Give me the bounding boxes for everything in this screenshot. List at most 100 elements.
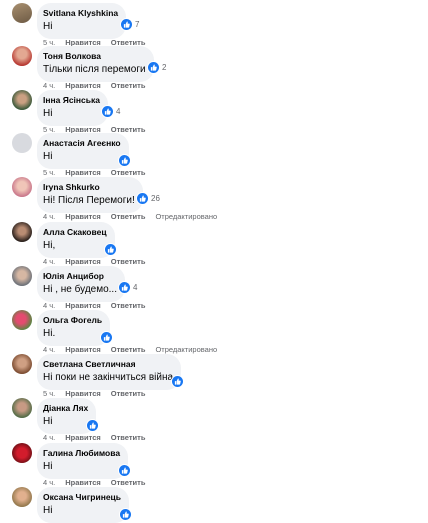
comment-timestamp[interactable]: 4 ч. xyxy=(43,433,55,442)
comment-timestamp[interactable]: 4 ч. xyxy=(43,478,55,487)
comment-timestamp[interactable]: 5 ч. xyxy=(43,168,55,177)
like-icon xyxy=(148,62,159,73)
comment-author[interactable]: Анастасія Агеєнко xyxy=(43,138,121,149)
comment-bubble: Анастасія Агеєнко Ні xyxy=(37,133,129,169)
reaction-summary[interactable] xyxy=(105,244,116,255)
comment-author[interactable]: Тоня Волкова xyxy=(43,51,146,62)
avatar[interactable] xyxy=(12,398,32,418)
like-icon xyxy=(172,376,183,387)
comment-meta: 4 ч. Нравится Ответить xyxy=(43,301,145,310)
reply-button[interactable]: Ответить xyxy=(111,389,146,398)
avatar[interactable] xyxy=(12,90,32,110)
like-icon xyxy=(137,193,148,204)
reaction-summary[interactable] xyxy=(120,509,131,520)
comment-timestamp[interactable]: 4 ч. xyxy=(43,212,55,221)
reply-button[interactable]: Ответить xyxy=(111,212,146,221)
like-icon xyxy=(119,155,130,166)
reaction-summary[interactable] xyxy=(119,465,130,476)
comment-text: Ні! Після Перемоги! xyxy=(43,195,135,206)
reaction-summary[interactable]: 4 xyxy=(102,106,120,117)
comment-bubble: Інна Ясінська Ні xyxy=(37,90,108,126)
comment-author[interactable]: Svitlana Klyshkina xyxy=(43,8,118,19)
comment-author[interactable]: Діанка Лях xyxy=(43,403,88,414)
avatar[interactable] xyxy=(12,443,32,463)
like-button[interactable]: Нравится xyxy=(65,168,101,177)
like-button[interactable]: Нравится xyxy=(65,257,101,266)
comment-author[interactable]: Галина Любимова xyxy=(43,448,120,459)
comment-text: Ні , не будемо... xyxy=(43,284,117,295)
comment-author[interactable]: Iryna Shkurko xyxy=(43,182,135,193)
reply-button[interactable]: Ответить xyxy=(111,478,146,487)
comment-text: Ні xyxy=(43,461,53,472)
reaction-summary[interactable] xyxy=(119,155,130,166)
like-icon xyxy=(119,282,130,293)
like-button[interactable]: Нравится xyxy=(65,389,101,398)
reaction-summary[interactable] xyxy=(87,420,98,431)
comment-timestamp[interactable]: 4 ч. xyxy=(43,257,55,266)
comment-author[interactable]: Інна Ясінська xyxy=(43,95,100,106)
comment-bubble: Юлія Анцибор Ні , не будемо... xyxy=(37,266,125,302)
comment-text: Ні xyxy=(43,108,53,119)
comment-bubble: Галина Любимова Ні xyxy=(37,443,129,479)
comment-author[interactable]: Алла Скаковец xyxy=(43,227,107,238)
comment-bubble: Алла Скаковец Ні, xyxy=(37,222,115,258)
reaction-summary[interactable]: 2 xyxy=(148,62,166,73)
comment-author[interactable]: Ольга Фогель xyxy=(43,315,102,326)
like-button[interactable]: Нравится xyxy=(65,301,101,310)
avatar[interactable] xyxy=(12,46,32,66)
reply-button[interactable]: Ответить xyxy=(111,168,146,177)
comment-timestamp[interactable]: 4 ч. xyxy=(43,345,55,354)
like-button[interactable]: Нравится xyxy=(65,345,101,354)
reaction-summary[interactable]: 26 xyxy=(137,193,160,204)
like-button[interactable]: Нравится xyxy=(65,433,101,442)
reply-button[interactable]: Ответить xyxy=(111,433,146,442)
comment-bubble: Тоня Волкова Тільки після перемоги xyxy=(37,46,154,82)
avatar[interactable] xyxy=(12,177,32,197)
comment-meta: 4 ч. Нравится Ответить Отредактировано xyxy=(43,345,217,354)
like-icon xyxy=(119,465,130,476)
comment-text: Ні xyxy=(43,505,53,516)
comment-text: Ні xyxy=(43,21,53,32)
comment-bubble: Iryna Shkurko Ні! Після Перемоги! xyxy=(37,177,143,213)
avatar[interactable] xyxy=(12,487,32,507)
comment-bubble: Ольга Фогель Ні. xyxy=(37,310,111,346)
like-icon xyxy=(87,420,98,431)
comment-text: Ні. xyxy=(43,328,56,339)
comment-author[interactable]: Оксана Чигринець xyxy=(43,492,121,503)
avatar[interactable] xyxy=(12,354,32,374)
comment-meta: 5 ч. Нравится Ответить xyxy=(43,389,145,398)
comment-timestamp[interactable]: 4 ч. xyxy=(43,81,55,90)
comment-meta: 4 ч. Нравится Ответить xyxy=(43,257,145,266)
comment-author[interactable]: Юлія Анцибор xyxy=(43,271,117,282)
reaction-summary[interactable] xyxy=(101,332,112,343)
reaction-summary[interactable] xyxy=(172,376,183,387)
reply-button[interactable]: Ответить xyxy=(111,301,146,310)
comment-text: Ні поки не закінчиться війна xyxy=(43,372,174,383)
comment-meta: 4 ч. Нравится Ответить xyxy=(43,433,145,442)
like-button[interactable]: Нравится xyxy=(65,81,101,90)
like-button[interactable]: Нравится xyxy=(65,478,101,487)
avatar[interactable] xyxy=(12,133,32,153)
avatar[interactable] xyxy=(12,222,32,242)
reaction-summary[interactable]: 4 xyxy=(119,282,137,293)
comment-bubble: Светлана Светличная Ні поки не закінчитьс… xyxy=(37,354,182,390)
avatar[interactable] xyxy=(12,266,32,286)
like-icon xyxy=(102,106,113,117)
comment-text: Тільки після перемоги xyxy=(43,64,146,75)
comment-timestamp[interactable]: 5 ч. xyxy=(43,389,55,398)
reply-button[interactable]: Ответить xyxy=(111,81,146,90)
comment-timestamp[interactable]: 4 ч. xyxy=(43,301,55,310)
avatar[interactable] xyxy=(12,3,32,23)
reaction-summary[interactable]: 7 xyxy=(121,19,139,30)
comment-text: Ні xyxy=(43,151,53,162)
avatar[interactable] xyxy=(12,310,32,330)
reply-button[interactable]: Ответить xyxy=(111,257,146,266)
like-icon xyxy=(121,19,132,30)
like-icon xyxy=(120,509,131,520)
comment-author[interactable]: Светлана Светличная xyxy=(43,359,173,370)
comment-meta: 5 ч. Нравится Ответить xyxy=(43,168,145,177)
comment-meta: 4 ч. Нравится Ответить xyxy=(43,81,145,90)
like-button[interactable]: Нравится xyxy=(65,212,101,221)
comment-text: Ні, xyxy=(43,240,56,251)
reply-button[interactable]: Ответить xyxy=(111,345,146,354)
